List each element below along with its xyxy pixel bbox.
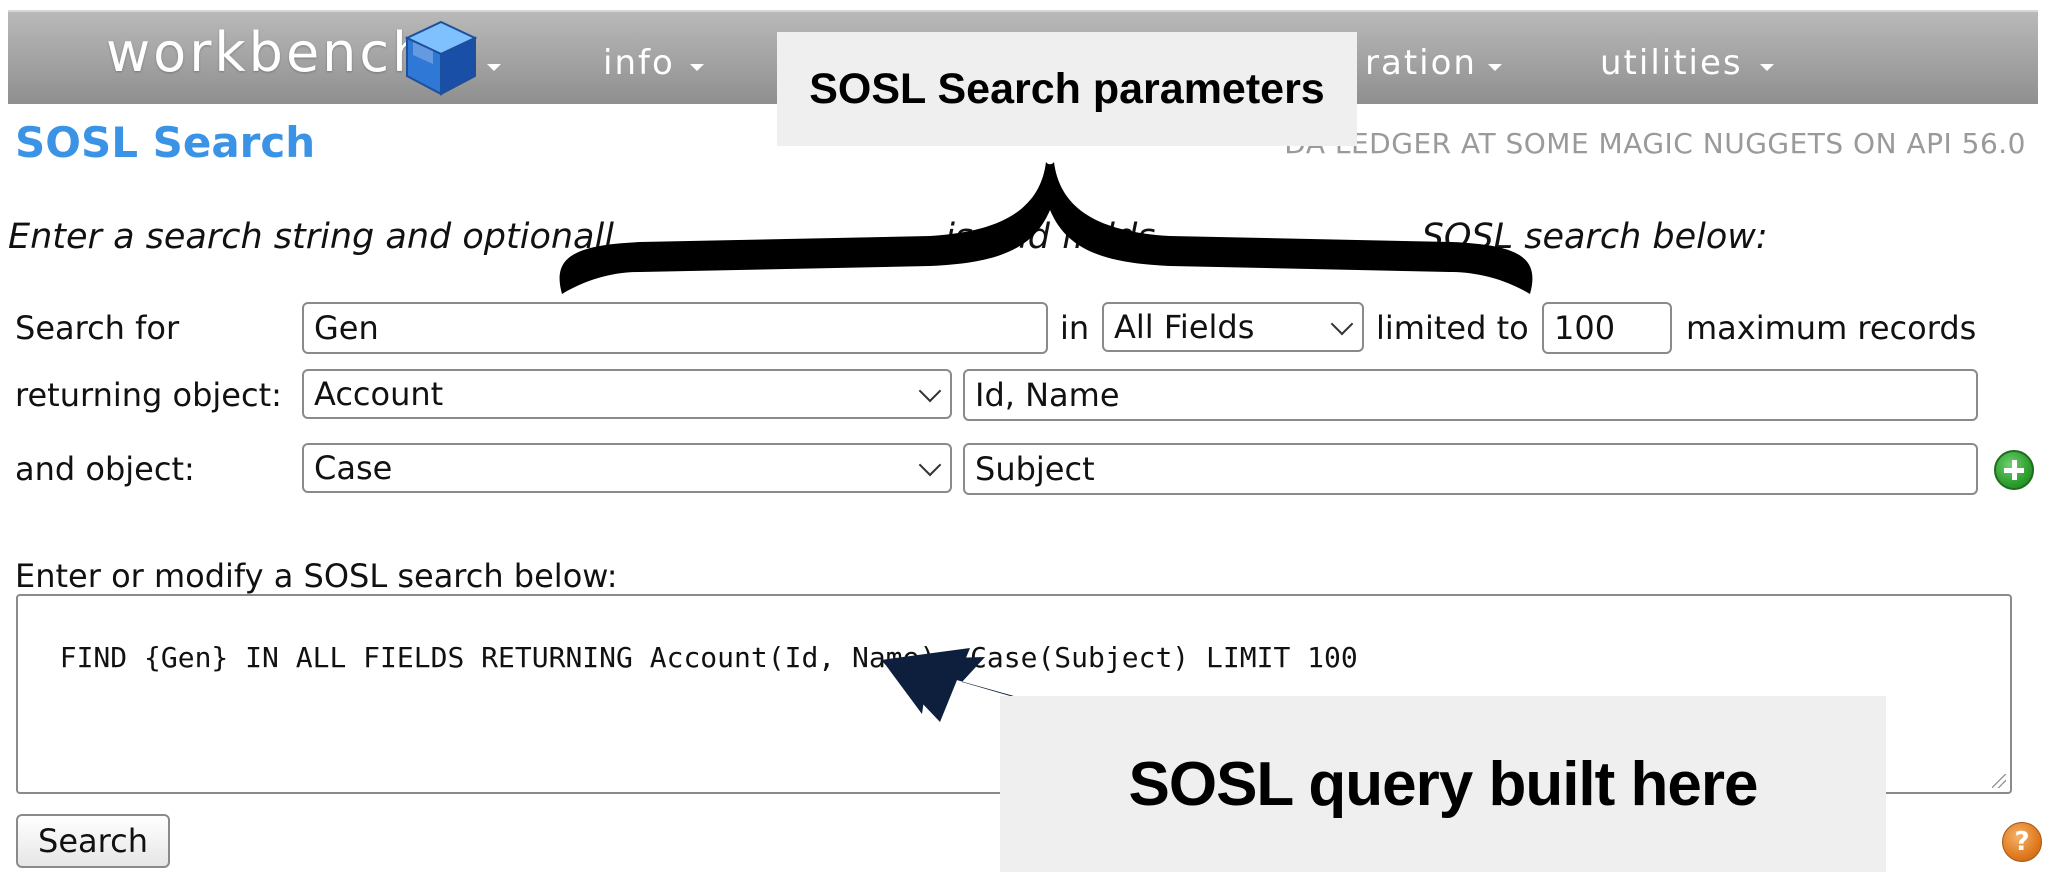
instructions-start: Enter a search string and optionall	[8, 217, 614, 257]
search-string-input[interactable]: Gen	[302, 302, 1048, 354]
instructions-text: Enter a search string and optionall js a…	[8, 220, 1768, 255]
nav-item-info[interactable]: info	[603, 46, 675, 80]
search-string-value: Gen	[314, 309, 379, 347]
logo-chevron-down-icon[interactable]	[487, 64, 501, 71]
instructions-middle: js and fields	[945, 217, 1156, 257]
limit-input[interactable]: 100	[1542, 302, 1672, 354]
nav-item-utilities[interactable]: utilities	[1600, 46, 1743, 80]
page-title: SOSL Search	[15, 118, 316, 167]
returning-fields-value: Id, Name	[975, 376, 1120, 414]
instructions-end: SOSL search below:	[1421, 217, 1768, 257]
workbench-cube-icon[interactable]	[403, 18, 479, 98]
and-object-fields-value: Subject	[975, 450, 1095, 488]
search-for-label: Search for	[15, 309, 180, 347]
and-object-value: Case	[314, 449, 393, 487]
help-icon[interactable]: ?	[2002, 822, 2042, 862]
annotation-callout-top: SOSL Search parameters	[777, 32, 1357, 146]
search-button[interactable]: Search	[16, 814, 170, 868]
and-object-label: and object:	[15, 450, 195, 488]
returning-object-value: Account	[314, 375, 444, 413]
utilities-chevron-down-icon[interactable]	[1760, 64, 1774, 71]
nav-item-migration[interactable]: ration	[1365, 46, 1477, 80]
workbench-logo-text[interactable]: workbench	[106, 26, 429, 80]
limit-value: 100	[1554, 309, 1616, 347]
and-object-fields-input[interactable]: Subject	[963, 443, 1978, 495]
chevron-down-icon	[1330, 312, 1354, 336]
max-records-label: maximum records	[1686, 309, 1977, 347]
search-scope-select[interactable]: All Fields	[1102, 302, 1364, 352]
add-object-icon[interactable]	[1994, 450, 2034, 490]
returning-object-label: returning object:	[15, 376, 282, 414]
search-scope-value: All Fields	[1114, 308, 1255, 346]
info-chevron-down-icon[interactable]	[690, 64, 704, 71]
limited-to-label: limited to	[1376, 309, 1529, 347]
returning-fields-input[interactable]: Id, Name	[963, 369, 1978, 421]
query-label: Enter or modify a SOSL search below:	[15, 557, 618, 595]
resize-grip-icon[interactable]	[1992, 774, 2006, 788]
annotation-callout-bottom: SOSL query built here	[1000, 696, 1886, 872]
chevron-down-icon	[918, 379, 942, 403]
sosl-query-text: FIND {Gen} IN ALL FIELDS RETURNING Accou…	[59, 641, 1358, 674]
org-info: DA LEDGER AT SOME MAGIC NUGGETS ON API 5…	[1284, 127, 2026, 160]
and-object-select[interactable]: Case	[302, 443, 952, 493]
chevron-down-icon	[918, 453, 942, 477]
migration-chevron-down-icon[interactable]	[1488, 64, 1502, 71]
in-label: in	[1060, 309, 1090, 347]
returning-object-select[interactable]: Account	[302, 369, 952, 419]
